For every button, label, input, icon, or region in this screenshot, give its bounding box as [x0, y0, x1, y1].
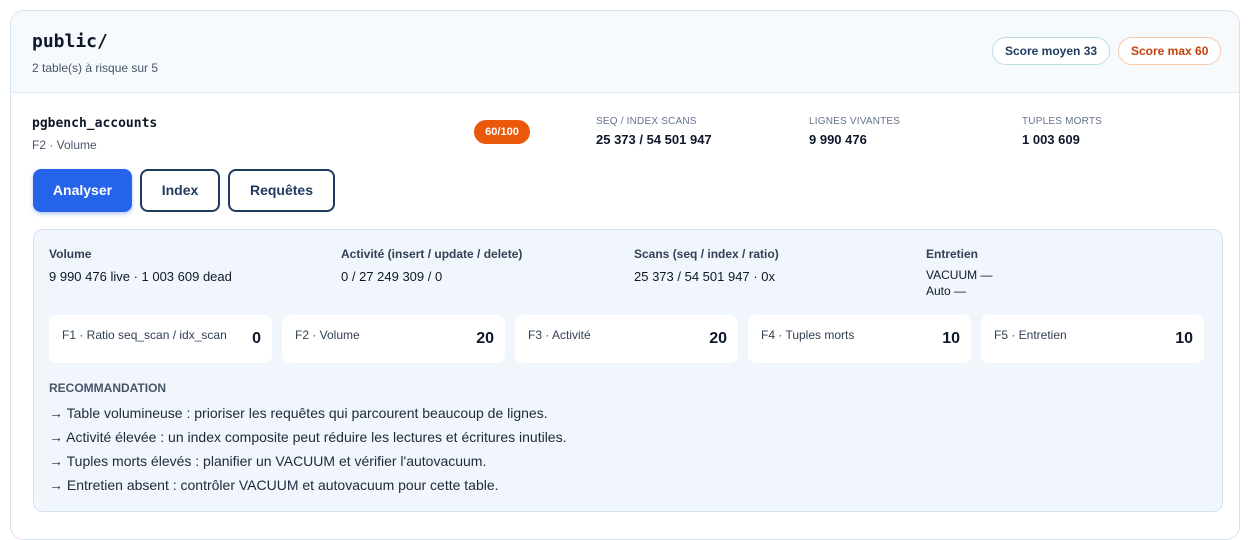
recommendation-title: RECOMMANDATION: [49, 381, 167, 395]
maintenance-auto: Auto —: [926, 284, 967, 298]
score-avg-badge: Score moyen 33: [992, 37, 1111, 65]
recommendation-item: → Activité élevée : un index composite p…: [49, 429, 567, 445]
maintenance-vacuum: VACUUM —: [926, 268, 993, 282]
metric-scans-value: 25 373 / 54 501 947: [596, 132, 712, 147]
index-button[interactable]: Index: [140, 169, 220, 212]
metric-live-rows-label: LIGNES VIVANTES: [809, 116, 901, 127]
factor-card-f3: F3 · Activité 20: [515, 315, 738, 363]
maintenance-value: VACUUM — Auto —: [926, 267, 992, 299]
factor-value: 20: [476, 330, 494, 347]
table-subtitle: F2 · Volume: [32, 138, 97, 152]
schema-card: public/ 2 table(s) à risque sur 5 Score …: [10, 10, 1240, 540]
factor-label: F3 · Activité: [528, 328, 591, 342]
factor-label: F2 · Volume: [295, 328, 360, 342]
factor-card-f2: F2 · Volume 20: [282, 315, 505, 363]
volume-title: Volume: [49, 247, 92, 261]
recommendation-item: → Tuples morts élevés : planifier un VAC…: [49, 453, 487, 469]
requetes-button[interactable]: Requêtes: [228, 169, 335, 212]
recommendation-item: → Table volumineuse : prioriser les requ…: [49, 405, 548, 421]
schema-risk-summary: 2 table(s) à risque sur 5: [32, 61, 159, 75]
factor-label: F1 · Ratio seq_scan / idx_scan: [62, 328, 227, 342]
factor-card-f4: F4 · Tuples morts 10: [748, 315, 971, 363]
factor-value: 10: [942, 330, 960, 347]
factor-card-f1: F1 · Ratio seq_scan / idx_scan 0: [49, 315, 272, 363]
analysis-panel: Volume 9 990 476 live · 1 003 609 dead A…: [33, 229, 1223, 512]
factor-value: 0: [252, 330, 261, 347]
analyse-button[interactable]: Analyser: [33, 169, 132, 212]
factor-value: 20: [709, 330, 727, 347]
factor-label: F4 · Tuples morts: [761, 328, 855, 342]
factor-value: 10: [1175, 330, 1193, 347]
metric-dead-tuples-label: TUPLES MORTS: [1022, 116, 1103, 127]
table-score-badge: 60/100: [474, 120, 530, 144]
factor-label: F5 · Entretien: [994, 328, 1067, 342]
score-max-badge: Score max 60: [1118, 37, 1222, 65]
table-name: pgbench_accounts: [32, 116, 158, 131]
schema-title: public/: [32, 31, 108, 52]
recommendation-item: → Entretien absent : contrôler VACUUM et…: [49, 477, 499, 493]
scans-value: 25 373 / 54 501 947 · 0x: [634, 269, 775, 284]
maintenance-title: Entretien: [926, 247, 979, 261]
scans-title: Scans (seq / index / ratio): [634, 247, 779, 261]
metric-scans-label: SEQ / INDEX SCANS: [596, 116, 697, 127]
factor-card-f5: F5 · Entretien 10: [981, 315, 1204, 363]
schema-header: public/ 2 table(s) à risque sur 5 Score …: [11, 11, 1239, 93]
metric-live-rows-value: 9 990 476: [809, 132, 867, 147]
metric-dead-tuples-value: 1 003 609: [1022, 132, 1080, 147]
activity-title: Activité (insert / update / delete): [341, 247, 523, 261]
volume-value: 9 990 476 live · 1 003 609 dead: [49, 269, 232, 284]
activity-value: 0 / 27 249 309 / 0: [341, 269, 443, 284]
